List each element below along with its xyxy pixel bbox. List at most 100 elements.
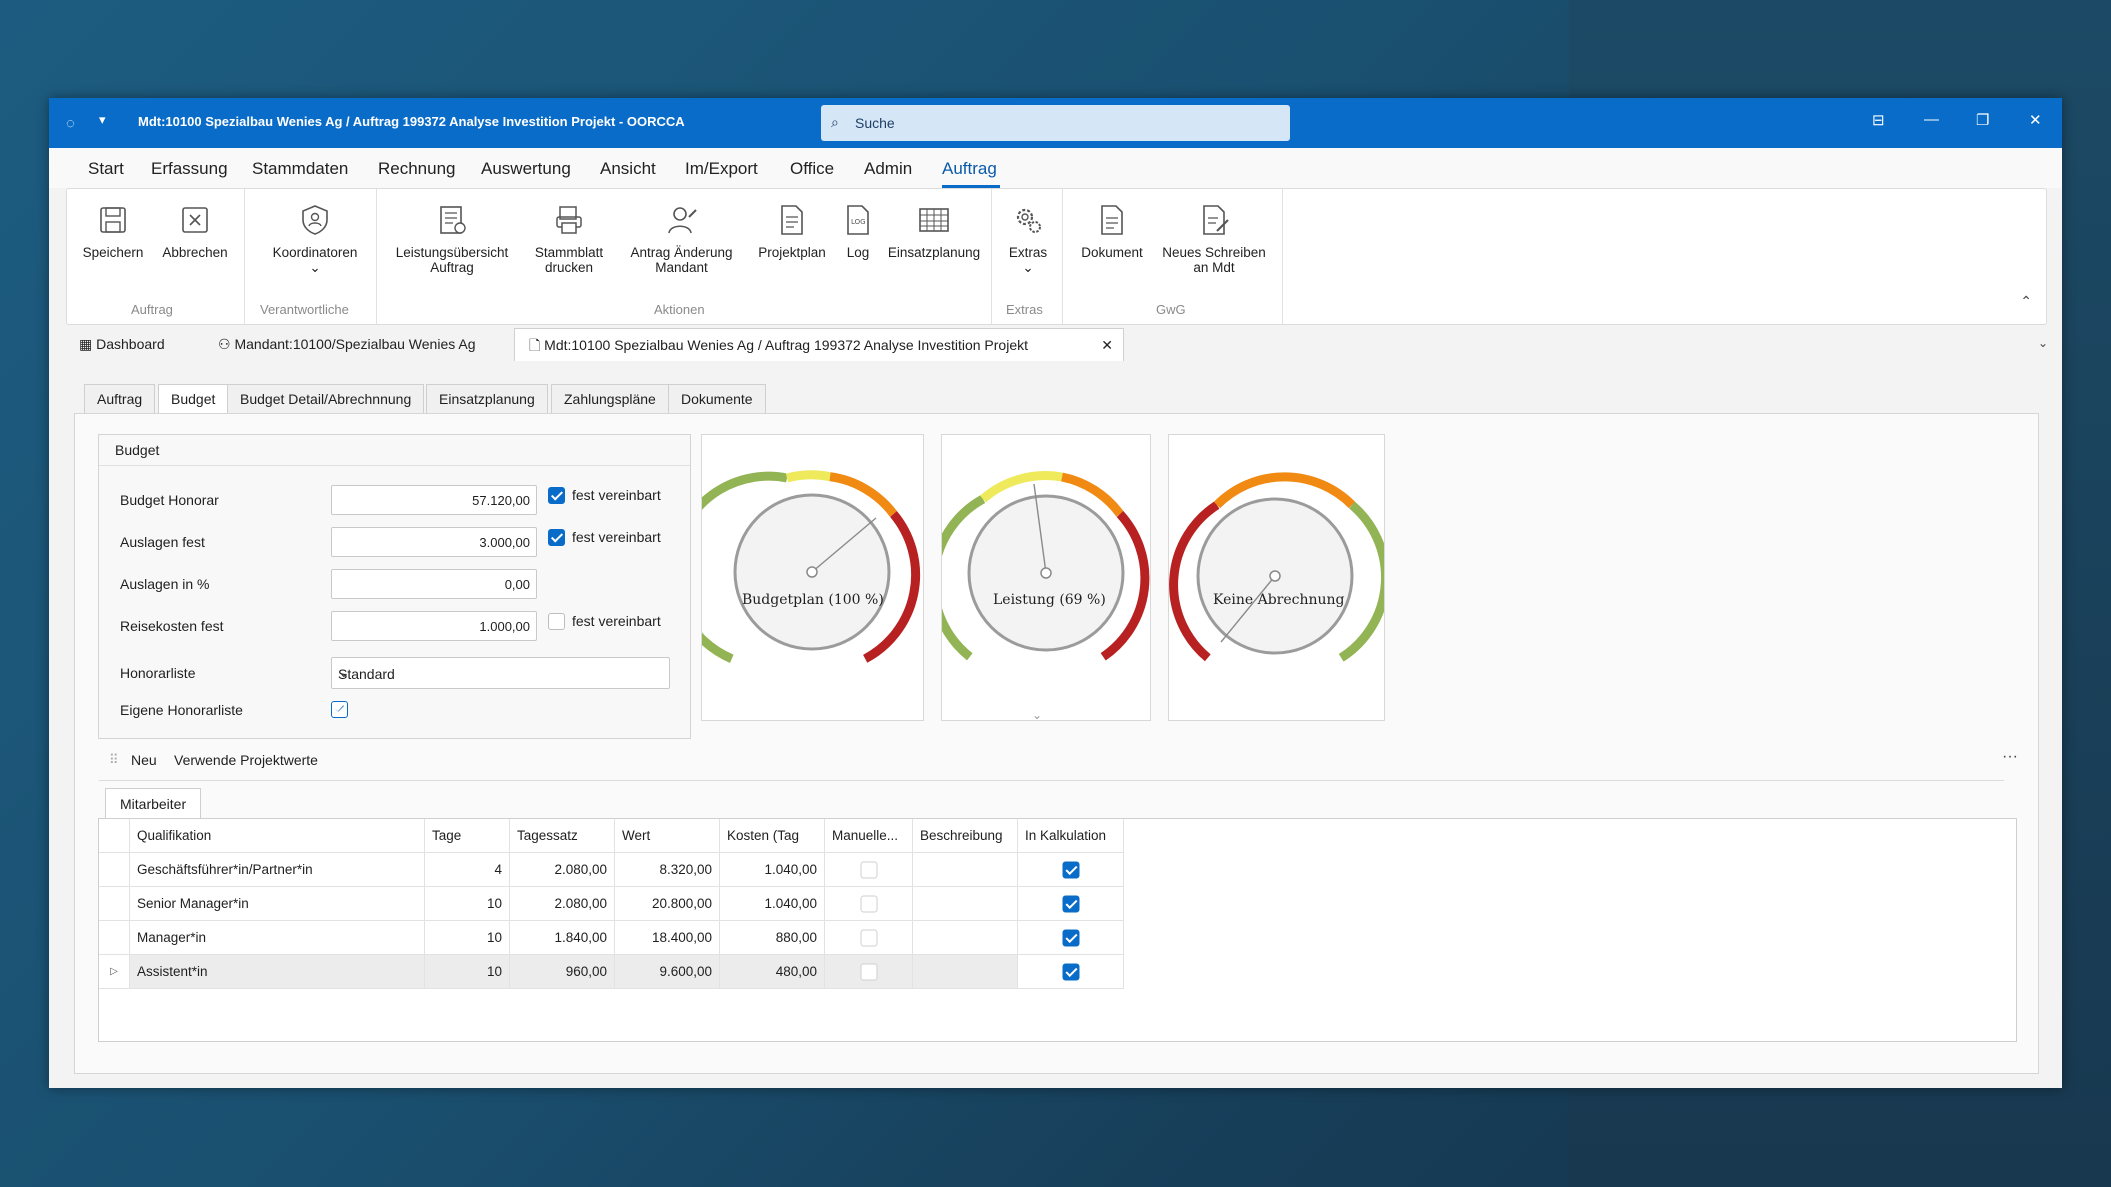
manuelle-checkbox[interactable] [860, 861, 877, 878]
cell-beschreibung[interactable] [913, 853, 1018, 887]
cell-qualifikation[interactable]: Manager*in [130, 921, 425, 955]
in-kalkulation-checkbox[interactable] [1062, 861, 1079, 878]
cell-wert[interactable]: 20.800,00 [615, 887, 720, 921]
restore-button[interactable]: ❐ [1976, 111, 1989, 129]
menu-ansicht[interactable]: Ansicht [600, 159, 656, 179]
auslagen-fest-checkbox[interactable] [548, 529, 565, 546]
neues-schreiben-button[interactable]: Neues Schreiben an Mdt [1155, 203, 1273, 275]
in-kalkulation-checkbox[interactable] [1062, 895, 1079, 912]
collapse-ribbon-icon[interactable]: ⌃ [2020, 293, 2032, 310]
budget-honorar-label: Budget Honorar [120, 492, 219, 508]
expand-chevron-icon[interactable]: ⌄ [1032, 708, 1042, 722]
cell-kosten[interactable]: 880,00 [720, 921, 825, 955]
manuelle-checkbox[interactable] [860, 895, 877, 912]
neu-button[interactable]: Neu [131, 752, 157, 768]
honorarliste-select[interactable]: Standard ⌄ [331, 657, 670, 689]
menu-rechnung[interactable]: Rechnung [378, 159, 456, 179]
cell-beschreibung[interactable] [913, 955, 1018, 989]
cell-manuelle [825, 887, 913, 921]
auslagen-prozent-input[interactable]: 0,00 [331, 569, 537, 599]
cell-tage[interactable]: 10 [425, 921, 510, 955]
auslagen-fest-input[interactable]: 3.000,00 [331, 527, 537, 557]
tab-dokumente[interactable]: Dokumente [668, 384, 766, 414]
row-indicator-expand-icon[interactable]: ▷ [99, 955, 130, 989]
search-box[interactable]: ⌕ Suche [821, 105, 1290, 141]
cell-wert[interactable]: 9.600,00 [615, 955, 720, 989]
column-header-tagessatz[interactable]: Tagessatz [510, 819, 615, 853]
menu-auswertung[interactable]: Auswertung [481, 159, 571, 179]
dokument-button[interactable]: Dokument [1072, 203, 1152, 260]
reisekosten-fest-checkbox[interactable] [548, 613, 565, 630]
tab-einsatzplanung[interactable]: Einsatzplanung [426, 384, 548, 414]
budget-honorar-fest-checkbox[interactable] [548, 487, 565, 504]
cell-tagessatz[interactable]: 2.080,00 [510, 853, 615, 887]
cell-tagessatz[interactable]: 960,00 [510, 955, 615, 989]
tab-auftrag[interactable]: Auftrag [84, 384, 156, 414]
cell-beschreibung[interactable] [913, 887, 1018, 921]
menu-auftrag[interactable]: Auftrag [942, 159, 997, 179]
column-header-tage[interactable]: Tage [425, 819, 510, 853]
tab-overflow-chevron-icon[interactable]: ⌄ [2038, 336, 2048, 350]
menu-stammdaten[interactable]: Stammdaten [252, 159, 348, 179]
budget-honorar-input[interactable]: 57.120,00 [331, 485, 537, 515]
tab-dashboard[interactable]: ▦ Dashboard [79, 328, 165, 361]
calendar-grid-icon [919, 208, 949, 232]
menu-im-export[interactable]: Im/Export [685, 159, 758, 179]
column-header-manuelle[interactable]: Manuelle... [825, 819, 913, 853]
column-header-qualifikation[interactable]: Qualifikation [130, 819, 425, 853]
cell-tage[interactable]: 10 [425, 887, 510, 921]
cell-tage[interactable]: 4 [425, 853, 510, 887]
menu-start[interactable]: Start [88, 159, 124, 179]
tab-mitarbeiter[interactable]: Mitarbeiter [105, 788, 202, 820]
cell-qualifikation[interactable]: Geschäftsführer*in/Partner*in [130, 853, 425, 887]
column-header-wert[interactable]: Wert [615, 819, 720, 853]
verwende-projektwerte-button[interactable]: Verwende Projektwerte [174, 752, 318, 768]
reisekosten-fest-input[interactable]: 1.000,00 [331, 611, 537, 641]
close-button[interactable]: ✕ [2029, 111, 2042, 129]
menu-office[interactable]: Office [790, 159, 834, 179]
eigene-honorarliste-checkbox[interactable] [331, 701, 348, 718]
tab-zahlungsplaene[interactable]: Zahlungspläne [551, 384, 669, 414]
cell-tagessatz[interactable]: 1.840,00 [510, 921, 615, 955]
stammblatt-drucken-button[interactable]: Stammblatt drucken [524, 203, 614, 275]
cell-wert[interactable]: 8.320,00 [615, 853, 720, 887]
ribbon-display-options-icon[interactable]: ⊟ [1872, 111, 1885, 129]
in-kalkulation-checkbox[interactable] [1062, 929, 1079, 946]
manuelle-checkbox[interactable] [860, 929, 877, 946]
cell-tagessatz[interactable]: 2.080,00 [510, 887, 615, 921]
drag-handle-icon[interactable]: ⠿ [109, 752, 119, 768]
toolbar-divider [99, 780, 2004, 781]
antrag-aenderung-mandant-button[interactable]: Antrag Änderung Mandant [619, 203, 744, 275]
quick-access-dropdown-icon[interactable]: ▾ [99, 112, 106, 128]
column-header-beschreibung[interactable]: Beschreibung [913, 819, 1018, 853]
minimize-button[interactable]: — [1924, 111, 1939, 128]
cell-kosten[interactable]: 1.040,00 [720, 853, 825, 887]
cell-kosten[interactable]: 480,00 [720, 955, 825, 989]
menu-erfassung[interactable]: Erfassung [151, 159, 228, 179]
tab-auftrag-document[interactable]: 🗋 Mdt:10100 Spezialbau Wenies Ag / Auftr… [514, 328, 1124, 361]
tab-mandant[interactable]: ⚇ Mandant:10100/Spezialbau Wenies Ag [218, 328, 475, 361]
cell-beschreibung[interactable] [913, 921, 1018, 955]
tab-budget[interactable]: Budget [158, 384, 229, 414]
cell-qualifikation[interactable]: Assistent*in [130, 955, 425, 989]
cell-qualifikation[interactable]: Senior Manager*in [130, 887, 425, 921]
tab-budget-detail[interactable]: Budget Detail/Abrechnnung [227, 384, 425, 414]
einsatzplanung-button[interactable]: Einsatzplanung [879, 203, 989, 260]
abbrechen-button[interactable]: Abbrechen [155, 203, 235, 260]
extras-button[interactable]: Extras ⌄ [997, 203, 1059, 276]
speichern-button[interactable]: Speichern [81, 203, 145, 260]
close-tab-icon[interactable]: ✕ [1101, 329, 1113, 362]
cell-kosten[interactable]: 1.040,00 [720, 887, 825, 921]
koordinatoren-button[interactable]: Koordinatoren ⌄ [255, 203, 375, 276]
column-header-kosten[interactable]: Kosten (Tag [720, 819, 825, 853]
manuelle-checkbox[interactable] [860, 963, 877, 980]
more-options-icon[interactable]: ··· [2002, 748, 2018, 766]
in-kalkulation-checkbox[interactable] [1062, 963, 1079, 980]
projektplan-button[interactable]: Projektplan [749, 203, 835, 260]
cell-tage[interactable]: 10 [425, 955, 510, 989]
leistungsuebersicht-button[interactable]: Leistungsübersicht Auftrag [387, 203, 517, 275]
menu-admin[interactable]: Admin [864, 159, 912, 179]
log-button[interactable]: LOG Log [833, 203, 883, 260]
cell-wert[interactable]: 18.400,00 [615, 921, 720, 955]
column-header-in-kalkulation[interactable]: In Kalkulation [1018, 819, 1124, 853]
